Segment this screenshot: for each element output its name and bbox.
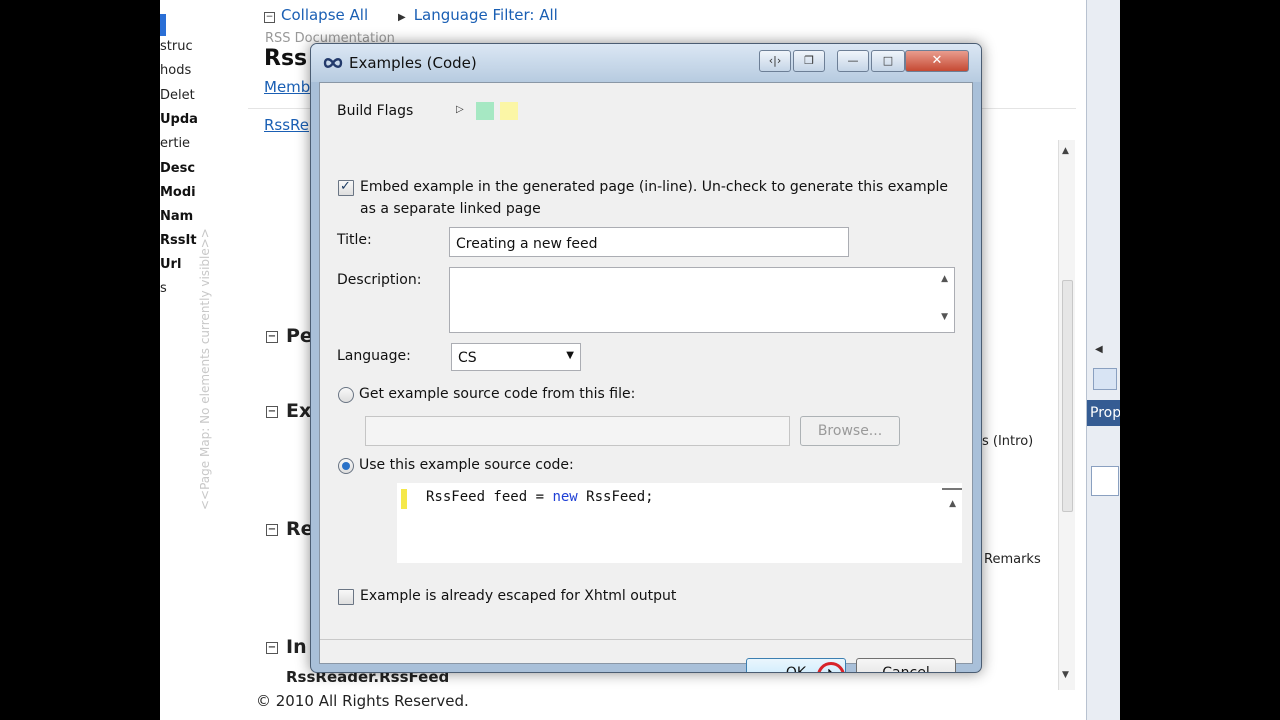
browse-button[interactable]: Browse... bbox=[800, 416, 900, 446]
scroll-up-icon[interactable]: ▲ bbox=[1062, 146, 1069, 156]
collapse-icon: − bbox=[266, 331, 278, 343]
embed-checkbox-label: Embed example in the generated page (in-… bbox=[360, 179, 948, 195]
language-filter-label: Language Filter: All bbox=[413, 6, 558, 24]
language-label: Language: bbox=[337, 348, 411, 364]
code-token: RssFeed; bbox=[577, 489, 654, 505]
nav-item[interactable]: Upda bbox=[160, 112, 198, 127]
section-label: In bbox=[286, 636, 307, 658]
examples-code-dialog: Examples (Code) ‹|› ❐ — □ ✕ Build Flags … bbox=[310, 43, 982, 673]
nav-item[interactable]: Modi bbox=[160, 185, 196, 200]
collapse-all-link[interactable]: − Collapse All bbox=[264, 6, 368, 24]
collapse-icon: − bbox=[266, 524, 278, 536]
source-code-radio-label: Use this example source code: bbox=[359, 457, 574, 473]
section-heading[interactable]: − Pe bbox=[266, 325, 313, 347]
chevron-down-icon: ▼ bbox=[566, 350, 574, 361]
left-navigation: struc hods Delet Upda ertie Desc Modi Na… bbox=[160, 0, 248, 720]
infinity-icon bbox=[323, 58, 343, 68]
properties-panel-title[interactable]: Prop bbox=[1087, 400, 1120, 426]
close-button[interactable]: ✕ bbox=[905, 50, 969, 72]
scroll-up-icon[interactable]: ▲ bbox=[949, 499, 956, 509]
code-line: RssFeed feed = new RssFeed; bbox=[426, 489, 654, 505]
breadcrumb-link[interactable]: RssRe bbox=[264, 116, 309, 134]
page-title: Rss bbox=[264, 46, 308, 71]
source-file-path-input[interactable] bbox=[365, 416, 790, 446]
maximize-icon: □ bbox=[882, 54, 894, 67]
scroll-split-handle[interactable] bbox=[942, 488, 962, 490]
dialog-client-area: Build Flags ▷ Embed example in the gener… bbox=[319, 82, 973, 672]
copy-button[interactable]: ❐ bbox=[793, 50, 825, 72]
section-heading[interactable]: − Re bbox=[266, 518, 314, 540]
selection-marker bbox=[160, 14, 166, 36]
property-grid-icon[interactable] bbox=[1091, 466, 1119, 496]
language-select[interactable]: CS ▼ bbox=[451, 343, 581, 371]
embed-checkbox[interactable] bbox=[338, 179, 354, 196]
right-tool-panel: ◀ Prop bbox=[1086, 0, 1120, 720]
nav-item[interactable]: Url bbox=[160, 257, 181, 272]
embed-checkbox-label-2: as a separate linked page bbox=[360, 201, 541, 217]
expand-arrow-icon: ▶ bbox=[398, 12, 406, 23]
scroll-thumb[interactable] bbox=[1062, 280, 1073, 512]
cancel-button[interactable]: Cancel bbox=[856, 658, 956, 672]
flag-swatch-green[interactable] bbox=[476, 102, 494, 120]
source-code-radio[interactable] bbox=[338, 458, 354, 474]
section-heading[interactable]: − In bbox=[266, 636, 307, 658]
title-label: Title: bbox=[337, 232, 372, 248]
section-label: Pe bbox=[286, 325, 313, 347]
maximize-button[interactable]: □ bbox=[871, 50, 905, 72]
remarks-fragment: Remarks bbox=[984, 552, 1041, 567]
minimize-button[interactable]: — bbox=[837, 50, 869, 72]
toolbox-icon[interactable] bbox=[1093, 368, 1117, 390]
escaped-xhtml-checkbox-label: Example is already escaped for Xhtml out… bbox=[360, 588, 677, 604]
chevron-left-icon[interactable]: ◀ bbox=[1095, 344, 1103, 355]
escaped-xhtml-checkbox[interactable] bbox=[338, 589, 354, 605]
scroll-up-icon[interactable]: ▲ bbox=[941, 274, 948, 284]
expand-flags-icon[interactable]: ▷ bbox=[456, 104, 464, 115]
source-file-radio[interactable] bbox=[338, 387, 354, 403]
language-filter-link[interactable]: ▶ Language Filter: All bbox=[398, 6, 558, 24]
section-heading[interactable]: − Ex bbox=[266, 400, 311, 422]
language-select-value: CS bbox=[458, 350, 477, 366]
scroll-down-icon[interactable]: ▼ bbox=[941, 312, 948, 322]
collapse-icon: − bbox=[266, 406, 278, 418]
collapse-all-label: Collapse All bbox=[281, 6, 369, 24]
nav-item[interactable]: struc bbox=[160, 39, 193, 54]
page-map-text: <<Page Map: No elements currently visibl… bbox=[198, 228, 212, 510]
mouse-pointer-icon bbox=[828, 669, 832, 672]
collapse-icon: − bbox=[266, 642, 278, 654]
section-label: Ex bbox=[286, 400, 312, 422]
code-brackets-icon: ‹|› bbox=[768, 54, 782, 67]
nav-item[interactable]: hods bbox=[160, 63, 191, 78]
intro-fragment: s (Intro) bbox=[982, 434, 1034, 449]
description-input[interactable]: ▲ ▼ bbox=[449, 267, 955, 333]
code-view-button[interactable]: ‹|› bbox=[759, 50, 791, 72]
copyright-text: © 2010 All Rights Reserved. bbox=[256, 692, 469, 710]
nav-item[interactable]: Nam bbox=[160, 209, 193, 224]
copy-icon: ❐ bbox=[804, 54, 814, 67]
source-file-radio-label: Get example source code from this file: bbox=[359, 386, 636, 402]
flag-swatch-yellow[interactable] bbox=[500, 102, 518, 120]
document-scrollbar[interactable]: ▲ ▼ bbox=[1058, 140, 1075, 690]
description-label: Description: bbox=[337, 272, 422, 288]
close-icon: ✕ bbox=[931, 53, 943, 68]
dialog-title: Examples (Code) bbox=[349, 54, 477, 72]
nav-item[interactable]: ertie bbox=[160, 136, 190, 151]
code-keyword: new bbox=[552, 489, 578, 505]
source-code-editor[interactable]: RssFeed feed = new RssFeed; ▲ bbox=[397, 483, 962, 563]
nav-item[interactable]: s bbox=[160, 281, 167, 296]
code-token: RssFeed feed = bbox=[426, 489, 553, 505]
nav-item[interactable]: Desc bbox=[160, 161, 195, 176]
nav-item[interactable]: Delet bbox=[160, 88, 195, 103]
collapse-icon: − bbox=[264, 12, 275, 23]
scroll-down-icon[interactable]: ▼ bbox=[1062, 670, 1069, 680]
members-link[interactable]: Memb bbox=[264, 78, 310, 96]
nav-item[interactable]: RssIt bbox=[160, 233, 197, 248]
build-flags-label: Build Flags bbox=[337, 103, 414, 119]
title-input-value: Creating a new feed bbox=[456, 236, 598, 252]
minimize-icon: — bbox=[847, 54, 859, 67]
footer-separator bbox=[320, 639, 972, 640]
title-input[interactable]: Creating a new feed bbox=[449, 227, 849, 257]
dialog-titlebar[interactable]: Examples (Code) ‹|› ❐ — □ ✕ bbox=[311, 44, 981, 82]
code-change-marker bbox=[401, 489, 407, 509]
page-map: <<Page Map: No elements currently visibl… bbox=[198, 200, 218, 510]
